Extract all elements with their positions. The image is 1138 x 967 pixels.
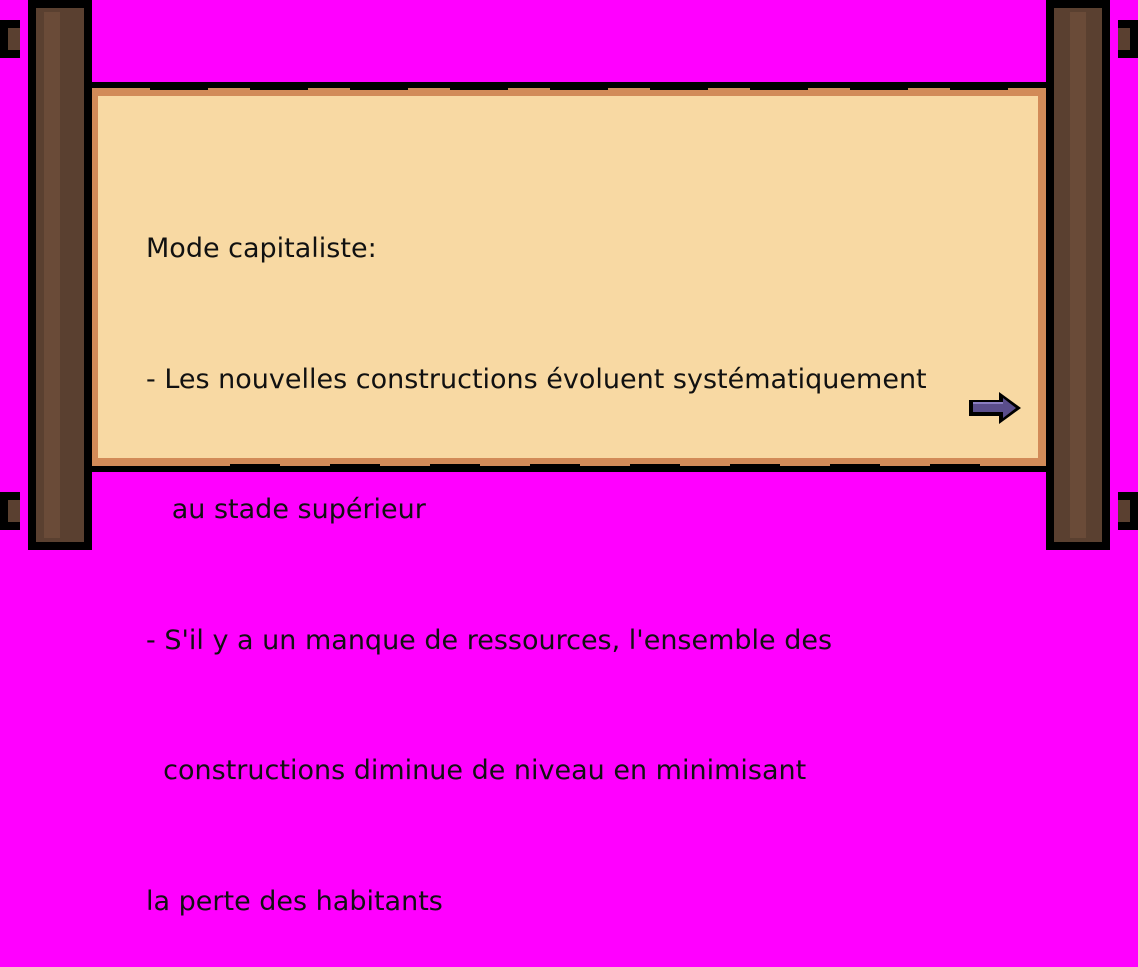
dialog-line-5: constructions diminue de niveau en minim… bbox=[146, 755, 807, 786]
dialog-line-3: au stade supérieur bbox=[146, 494, 426, 525]
next-arrow-button[interactable] bbox=[965, 388, 1025, 428]
right-arrow-icon bbox=[969, 392, 1021, 424]
dialog-line-4: - S'il y a un manque de ressources, l'en… bbox=[146, 624, 833, 656]
left-scroll-rod bbox=[0, 0, 92, 550]
dialog-text: Mode capitaliste: - Les nouvelles constr… bbox=[146, 140, 1016, 967]
dialog-line-2: - Les nouvelles constructions évoluent s… bbox=[146, 363, 927, 395]
right-scroll-rod bbox=[1046, 0, 1138, 550]
dialog-line-1: Mode capitaliste: bbox=[146, 233, 377, 264]
dialog-line-6: la perte des habitants bbox=[146, 885, 443, 917]
